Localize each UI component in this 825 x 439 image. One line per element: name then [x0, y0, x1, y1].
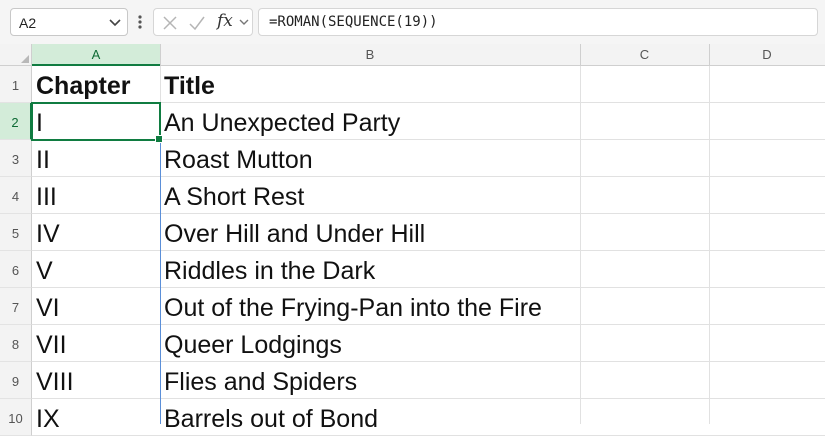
- cell-b2[interactable]: An Unexpected Party: [160, 103, 580, 140]
- cell-a10[interactable]: IX: [32, 399, 160, 436]
- cell-a3[interactable]: II: [32, 140, 160, 177]
- cell-b9[interactable]: Flies and Spiders: [160, 362, 580, 399]
- select-all-button[interactable]: [0, 44, 32, 66]
- cell-a1[interactable]: Chapter: [32, 66, 160, 103]
- row-header-5[interactable]: 5: [0, 214, 32, 251]
- chevron-down-icon[interactable]: [237, 15, 251, 29]
- column-header-a[interactable]: A: [32, 44, 160, 66]
- name-box-value: A2: [19, 15, 37, 31]
- cell-b4[interactable]: A Short Rest: [160, 177, 580, 214]
- row-header-2[interactable]: 2: [0, 103, 32, 140]
- cell-a7[interactable]: VI: [32, 288, 160, 325]
- formula-text: =ROMAN(SEQUENCE(19)): [269, 14, 438, 30]
- worksheet-grid[interactable]: A B C D 1 Chapter Title 2 I An Unexpected Par…: [0, 44, 825, 436]
- insert-function-icon[interactable]: fx: [217, 11, 233, 31]
- row-header-7[interactable]: 7: [0, 288, 32, 325]
- cell-a8[interactable]: VII: [32, 325, 160, 362]
- cell-a4[interactable]: III: [32, 177, 160, 214]
- fill-handle[interactable]: [155, 135, 163, 143]
- cell-a6[interactable]: V: [32, 251, 160, 288]
- enter-check-icon[interactable]: [187, 13, 207, 33]
- cell-b6[interactable]: Riddles in the Dark: [160, 251, 580, 288]
- row-header-10[interactable]: 10: [0, 399, 32, 436]
- row-header-6[interactable]: 6: [0, 251, 32, 288]
- cell-b5[interactable]: Over Hill and Under Hill: [160, 214, 580, 251]
- cell-b8[interactable]: Queer Lodgings: [160, 325, 580, 362]
- column-header-c[interactable]: C: [580, 44, 709, 66]
- cancel-x-icon[interactable]: [160, 13, 180, 33]
- chevron-down-icon[interactable]: [107, 14, 123, 30]
- formula-input[interactable]: =ROMAN(SEQUENCE(19)): [258, 8, 818, 36]
- column-header-d[interactable]: D: [709, 44, 825, 66]
- cell-b1[interactable]: Title: [160, 66, 580, 103]
- row-header-1[interactable]: 1: [0, 66, 32, 103]
- name-box[interactable]: A2: [10, 8, 128, 36]
- cell-b7[interactable]: Out of the Frying-Pan into the Fire: [160, 288, 580, 325]
- row-header-9[interactable]: 9: [0, 362, 32, 399]
- formula-bar-area: A2 fx =ROMAN(SEQUENCE(19)): [0, 0, 825, 44]
- column-header-b[interactable]: B: [160, 44, 580, 66]
- cell-a9[interactable]: VIII: [32, 362, 160, 399]
- row-header-8[interactable]: 8: [0, 325, 32, 362]
- active-cell-a2[interactable]: [31, 102, 163, 143]
- cell-b10[interactable]: Barrels out of Bond: [160, 399, 580, 436]
- cell-a5[interactable]: IV: [32, 214, 160, 251]
- formula-buttons: fx: [153, 8, 253, 36]
- row-header-4[interactable]: 4: [0, 177, 32, 214]
- cell-b3[interactable]: Roast Mutton: [160, 140, 580, 177]
- spill-range-border: [160, 103, 161, 424]
- more-vertical-icon[interactable]: [134, 10, 146, 34]
- row-header-3[interactable]: 3: [0, 140, 32, 177]
